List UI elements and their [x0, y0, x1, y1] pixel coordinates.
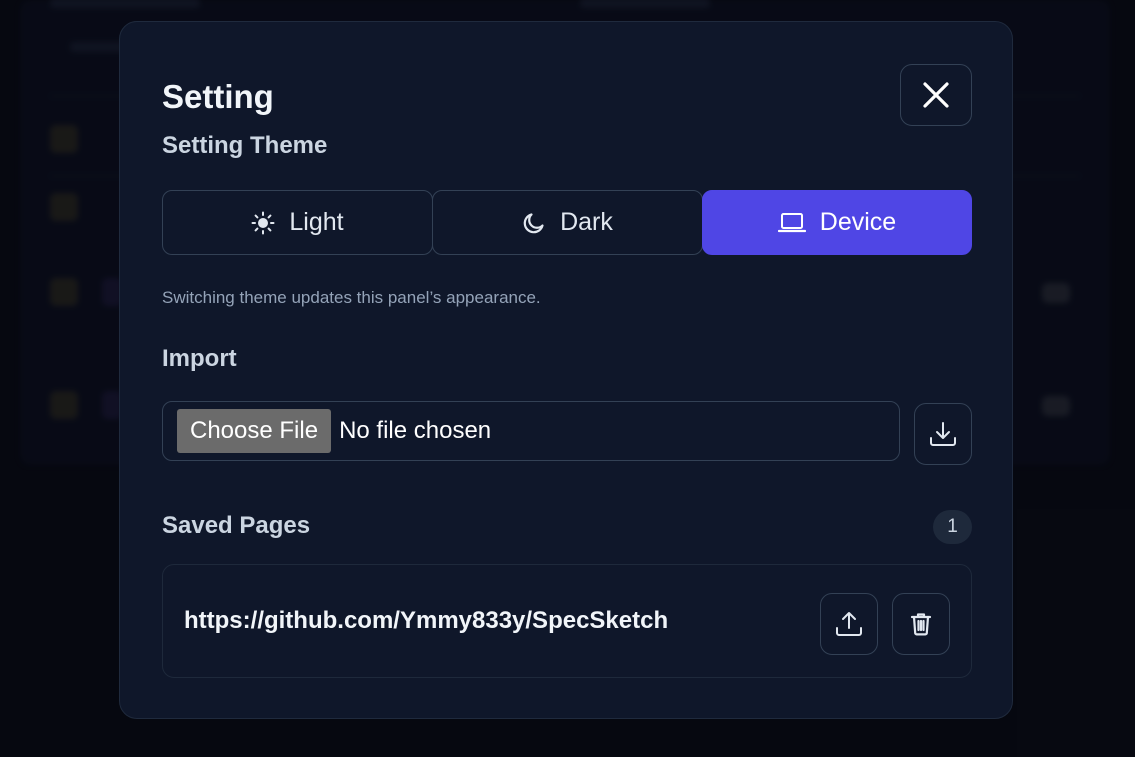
upload-icon [836, 612, 862, 636]
close-button[interactable] [900, 64, 972, 126]
choose-file-button[interactable]: Choose File [177, 409, 332, 453]
modal-title: Setting [162, 78, 274, 115]
saved-page-url: https://github.com/Ymmy833y/SpecSketch [184, 607, 669, 634]
theme-device-label: Device [819, 208, 897, 236]
download-icon [930, 422, 956, 446]
delete-saved-page-button[interactable] [892, 593, 950, 655]
theme-light-button[interactable]: Light [162, 190, 433, 255]
sun-icon [251, 211, 275, 234]
theme-selector: Light Dark Device [162, 190, 972, 255]
moon-icon [523, 212, 544, 233]
theme-light-label: Light [289, 208, 344, 236]
theme-device-button[interactable]: Device [702, 190, 972, 255]
theme-dark-button[interactable]: Dark [432, 190, 703, 255]
trash-icon [910, 613, 932, 636]
load-saved-page-button[interactable] [820, 593, 878, 655]
settings-modal: Setting Setting Theme Light Dark Device … [119, 21, 1013, 719]
saved-pages-label: Saved Pages [162, 512, 311, 539]
import-button[interactable] [914, 403, 972, 465]
saved-pages-count-badge: 1 [933, 510, 972, 544]
file-input[interactable]: Choose File No file chosen [162, 401, 900, 461]
laptop-icon [777, 212, 806, 232]
theme-section-label: Setting Theme [162, 132, 328, 159]
file-status: No file chosen [339, 417, 492, 444]
theme-dark-label: Dark [560, 208, 613, 236]
import-label: Import [162, 345, 237, 372]
saved-page-item: https://github.com/Ymmy833y/SpecSketch [162, 564, 972, 678]
close-icon [923, 82, 949, 108]
theme-hint: Switching theme updates this panel’s app… [162, 288, 541, 307]
